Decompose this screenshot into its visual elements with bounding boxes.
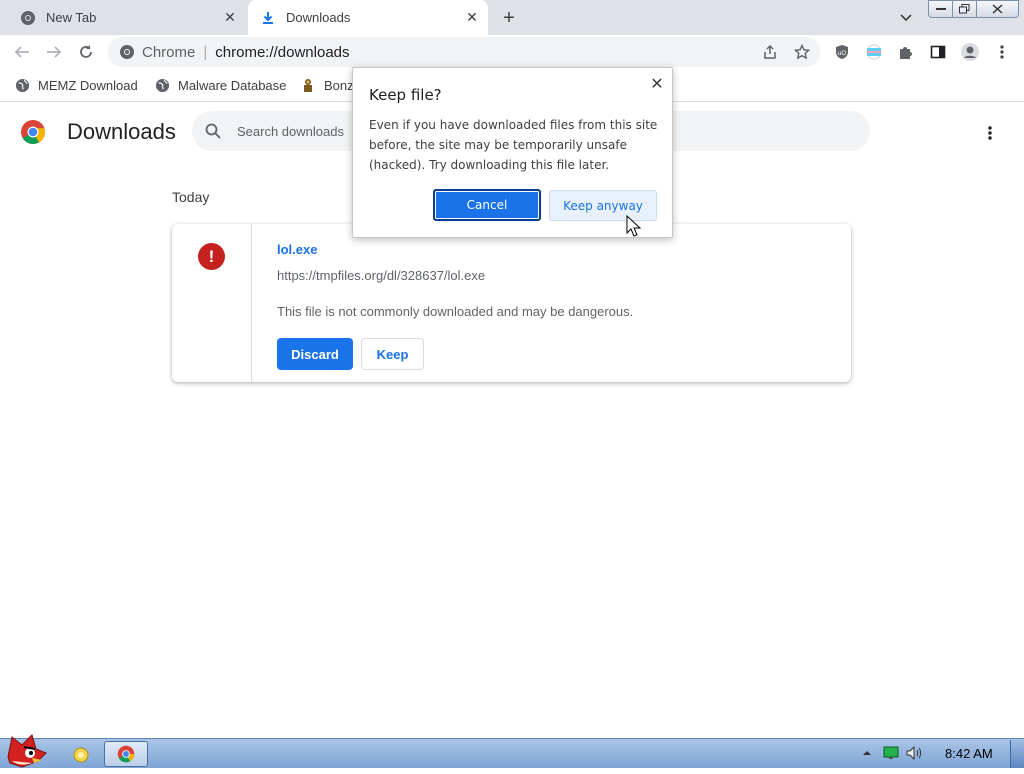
extensions-puzzle-icon[interactable] [894,40,918,64]
keep-button[interactable]: Keep [361,338,424,370]
taskbar-clock[interactable]: 8:42 AM [945,746,993,761]
page-title: Downloads [67,119,176,144]
bonzi-icon [300,77,316,93]
browser-toolbar: Chrome | chrome://downloads uO [0,35,1024,69]
forward-arrow-icon[interactable] [42,40,66,64]
profile-avatar-icon[interactable] [958,40,982,64]
globe-icon [154,77,170,93]
bookmark-star-icon[interactable] [790,40,814,64]
address-bar[interactable]: Chrome | chrome://downloads [108,37,820,67]
tab-strip: New Tab ✕ Downloads ✕ + [0,0,1024,35]
back-arrow-icon[interactable] [10,40,34,64]
bookmark-bonzi[interactable]: Bonz [300,75,354,95]
date-heading: Today [172,189,210,205]
url-separator: | [203,43,208,61]
globe-icon [14,77,30,93]
keep-file-dialog: Keep file? ✕ Even if you have downloaded… [352,67,673,238]
network-icon[interactable] [882,744,900,762]
extension-flag-icon[interactable] [862,40,886,64]
new-tab-button[interactable]: + [498,7,520,29]
explorer-taskbar-icon[interactable] [66,741,96,767]
restore-button[interactable] [952,0,977,18]
download-url: https://tmpfiles.org/dl/328637/lol.exe [277,268,486,283]
bookmark-malware-database[interactable]: Malware Database [154,75,286,95]
close-tab-icon[interactable]: ✕ [220,8,240,28]
dialog-title: Keep file? [369,86,442,104]
more-options-icon[interactable] [978,121,1002,145]
share-icon[interactable] [758,40,782,64]
chrome-logo-icon [20,119,46,145]
mouse-cursor-icon [626,214,642,239]
download-warning: This file is not commonly downloaded and… [277,304,634,319]
tab-downloads[interactable]: Downloads ✕ [248,0,488,35]
chrome-taskbar-button[interactable] [104,741,148,767]
download-filename[interactable]: lol.exe [277,242,317,257]
bookmark-label: MEMZ Download [38,77,138,93]
bookmark-memz-download[interactable]: MEMZ Download [14,75,138,95]
download-icon [260,10,276,26]
url-text[interactable]: chrome://downloads [215,44,349,61]
download-icon-column: ! [172,224,252,382]
tab-new-tab[interactable]: New Tab ✕ [8,0,246,35]
chrome-icon [118,43,136,61]
side-panel-icon[interactable] [926,40,950,64]
taskbar: 8:42 AM [0,734,1024,768]
tab-label: Downloads [286,10,351,25]
error-icon: ! [198,243,225,270]
volume-icon[interactable] [905,744,923,762]
window-close-button[interactable] [976,0,1019,18]
start-button-icon[interactable] [2,731,52,769]
download-card: ! lol.exe https://tmpfiles.org/dl/328637… [172,224,851,382]
tab-label: New Tab [46,10,97,25]
chevron-down-icon[interactable] [896,8,916,28]
cancel-button[interactable]: Cancel [433,189,541,221]
reload-icon[interactable] [74,40,98,64]
show-desktop-button[interactable] [1010,740,1024,768]
close-icon[interactable]: ✕ [648,74,666,93]
bookmark-label: Bonz [324,77,354,93]
tray-chevron-up-icon[interactable] [858,744,876,762]
site-label: Chrome [142,43,196,61]
discard-button[interactable]: Discard [277,338,353,370]
bookmark-label: Malware Database [178,77,287,93]
minimize-button[interactable] [928,0,953,18]
browser-menu-icon[interactable] [990,40,1014,64]
chrome-icon [20,10,36,26]
svg-text:uO: uO [838,51,846,57]
ublock-icon[interactable]: uO [830,40,854,64]
dialog-message: Even if you have downloaded files from t… [369,118,658,172]
close-tab-icon[interactable]: ✕ [462,8,482,28]
search-icon [204,122,222,140]
